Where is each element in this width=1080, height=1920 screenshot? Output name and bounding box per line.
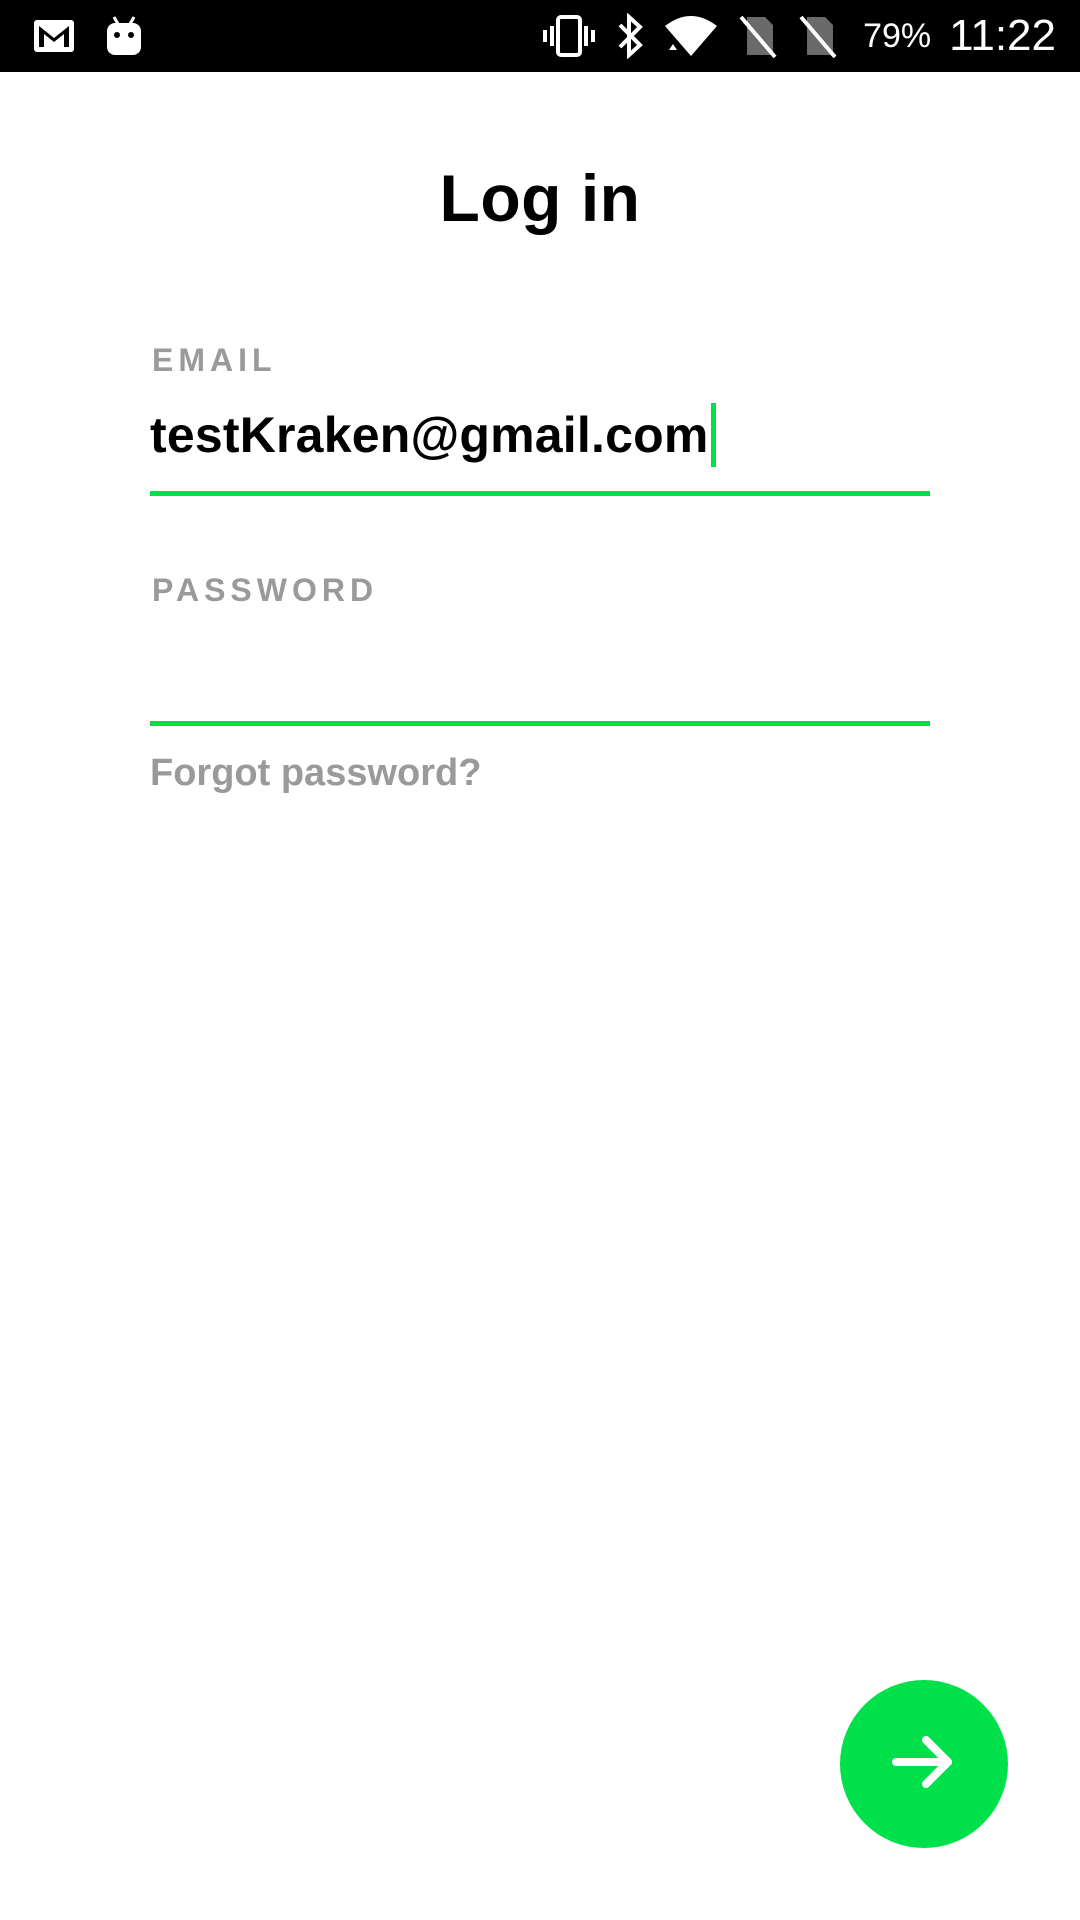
next-button[interactable] bbox=[840, 1680, 1008, 1848]
no-sim-icon bbox=[737, 13, 779, 59]
android-icon bbox=[104, 14, 144, 58]
battery-percent: 79% bbox=[863, 16, 932, 55]
bluetooth-icon bbox=[615, 13, 645, 59]
status-bar-left bbox=[32, 0, 144, 72]
password-label: PASSWORD bbox=[152, 572, 379, 608]
password-field[interactable] bbox=[150, 640, 934, 718]
page-title: Log in bbox=[439, 161, 641, 235]
status-bar-right: 79% 11:22 bbox=[541, 0, 1056, 72]
wifi-icon bbox=[663, 14, 719, 58]
text-caret bbox=[710, 403, 716, 467]
email-field[interactable]: testKraken@gmail.com bbox=[150, 400, 716, 470]
email-label: EMAIL bbox=[152, 342, 277, 378]
password-underline bbox=[150, 721, 930, 726]
status-bar: 79% 11:22 bbox=[0, 0, 1080, 72]
email-underline bbox=[150, 491, 930, 496]
no-sim-icon bbox=[797, 13, 839, 59]
forgot-password-link[interactable]: Forgot password? bbox=[150, 752, 481, 795]
email-value[interactable]: testKraken@gmail.com bbox=[150, 406, 709, 464]
arrow-right-icon bbox=[892, 1732, 956, 1797]
gmail-icon bbox=[32, 18, 76, 54]
vibrate-icon bbox=[541, 14, 597, 58]
clock: 11:22 bbox=[949, 11, 1056, 60]
